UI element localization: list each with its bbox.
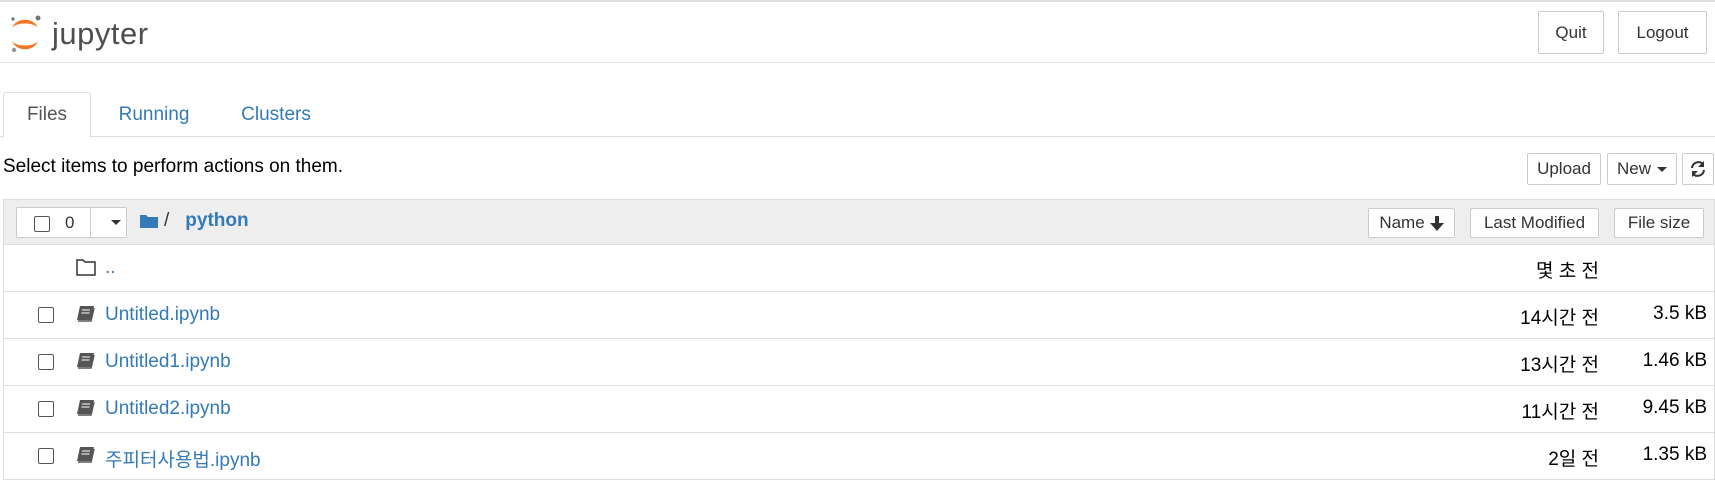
list-item[interactable]: Untitled2.ipynb 11시간 전 9.45 kB — [3, 386, 1715, 433]
file-name[interactable]: 주피터사용법.ipynb — [105, 445, 261, 472]
tab-clusters[interactable]: Clusters — [226, 92, 326, 137]
breadcrumb: / python — [140, 210, 249, 232]
list-item[interactable]: Untitled1.ipynb 13시간 전 1.46 kB — [3, 339, 1715, 386]
file-size: 3.5 kB — [1653, 303, 1707, 324]
new-button[interactable]: New — [1607, 153, 1677, 185]
file-name[interactable]: .. — [105, 257, 116, 279]
select-all-group: 0 — [16, 207, 127, 238]
sort-by-modified-button[interactable]: Last Modified — [1470, 208, 1599, 238]
row-checkbox[interactable] — [38, 307, 54, 323]
quit-button[interactable]: Quit — [1538, 11, 1604, 54]
sort-by-name-button[interactable]: Name — [1368, 208, 1455, 238]
folder-icon[interactable] — [140, 214, 158, 228]
file-name[interactable]: Untitled1.ipynb — [105, 351, 231, 373]
new-button-label: New — [1616, 159, 1651, 178]
row-checkbox[interactable] — [38, 401, 54, 417]
row-checkbox[interactable] — [38, 354, 54, 370]
file-name[interactable]: Untitled.ipynb — [105, 304, 220, 326]
file-name[interactable]: Untitled2.ipynb — [105, 398, 231, 420]
notebook-icon — [77, 400, 95, 416]
file-modified: 14시간 전 — [1520, 308, 1599, 329]
sort-by-size-button[interactable]: File size — [1614, 208, 1704, 238]
file-size: 1.46 kB — [1642, 350, 1707, 371]
file-size: 9.45 kB — [1642, 397, 1707, 418]
caret-down-icon — [1657, 166, 1667, 172]
select-dropdown-caret-icon[interactable] — [111, 220, 121, 225]
notebook-icon — [77, 447, 95, 463]
notebook-icon — [77, 353, 95, 369]
file-modified: 2일 전 — [1548, 449, 1599, 470]
file-list-header: 0 / python Name Last Modified File size — [3, 199, 1715, 245]
list-item[interactable]: Untitled.ipynb 14시간 전 3.5 kB — [3, 292, 1715, 339]
selection-hint: Select items to perform actions on them. — [3, 156, 344, 177]
selected-count: 0 — [65, 213, 75, 232]
tab-running[interactable]: Running — [104, 92, 204, 137]
file-size: 1.35 kB — [1642, 444, 1707, 465]
header: jupyter Quit Logout — [0, 2, 1715, 63]
divider — [90, 208, 91, 237]
logo-text: jupyter — [52, 16, 149, 51]
breadcrumb-current-dir[interactable]: python — [185, 210, 248, 232]
breadcrumb-separator: / — [164, 210, 170, 231]
folder-open-icon — [76, 259, 96, 276]
refresh-button[interactable] — [1682, 153, 1714, 185]
arrow-down-icon — [1429, 215, 1444, 231]
jupyter-logo-icon — [11, 15, 41, 53]
logout-button[interactable]: Logout — [1618, 11, 1707, 54]
tab-files[interactable]: Files — [3, 92, 91, 138]
tab-bar: Files Running Clusters — [0, 92, 1715, 138]
file-modified: 13시간 전 — [1520, 355, 1599, 376]
upload-button[interactable]: Upload — [1527, 153, 1601, 185]
refresh-icon — [1691, 161, 1705, 177]
jupyter-logo[interactable]: jupyter — [8, 11, 178, 57]
select-all-checkbox[interactable] — [34, 216, 50, 232]
list-item[interactable]: 주피터사용법.ipynb 2일 전 1.35 kB — [3, 433, 1715, 480]
list-item[interactable]: .. 몇 초 전 — [3, 245, 1715, 292]
notebook-icon — [77, 306, 95, 322]
file-modified: 11시간 전 — [1521, 402, 1599, 423]
file-modified: 몇 초 전 — [1536, 261, 1599, 282]
row-checkbox[interactable] — [38, 448, 54, 464]
sort-name-label: Name — [1379, 213, 1425, 232]
